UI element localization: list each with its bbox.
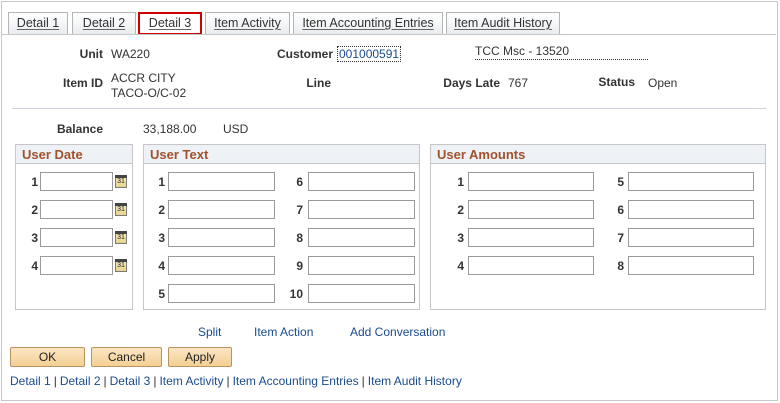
user-amount-7-input[interactable] — [628, 228, 754, 247]
customer-label: Customer — [276, 47, 333, 61]
item-id-line2: TACO-O/C-02 — [111, 86, 187, 100]
user-text-7-input[interactable] — [308, 200, 415, 219]
user-text-number: 2 — [158, 203, 165, 217]
user-amounts-group: User Amounts 1 2 3 4 5 6 7 8 — [430, 144, 766, 310]
calendar-icon[interactable]: 31 — [115, 175, 127, 188]
item-action-link[interactable]: Item Action — [254, 325, 313, 339]
cancel-button[interactable]: Cancel — [91, 347, 162, 367]
footer-separator: | — [226, 374, 230, 388]
user-text-8-input[interactable] — [308, 228, 415, 247]
apply-button[interactable]: Apply — [168, 347, 232, 367]
footer-separator: | — [361, 374, 365, 388]
user-text-4-input[interactable] — [168, 256, 275, 275]
customer-name: TCC Msc - 13520 — [475, 44, 648, 60]
footer-link-detail-3[interactable]: Detail 3 — [110, 374, 151, 388]
user-date-title: User Date — [16, 145, 132, 164]
user-date-number: 4 — [31, 259, 38, 273]
user-amount-number: 1 — [457, 175, 464, 189]
calendar-icon[interactable]: 31 — [115, 259, 127, 272]
user-amount-4-input[interactable] — [468, 256, 594, 275]
user-date-2-input[interactable] — [40, 200, 113, 219]
customer-link[interactable]: 001000591 — [337, 46, 402, 62]
split-link[interactable]: Split — [198, 325, 221, 339]
user-text-number: 8 — [296, 231, 303, 245]
user-text-group: User Text 1 2 3 4 5 6 7 8 9 10 — [143, 144, 420, 310]
unit-value: WA220 — [111, 47, 150, 61]
balance-label: Balance — [56, 122, 103, 136]
user-text-6-input[interactable] — [308, 172, 415, 191]
user-amount-number: 5 — [617, 175, 624, 189]
user-amount-3-input[interactable] — [468, 228, 594, 247]
user-text-3-input[interactable] — [168, 228, 275, 247]
user-amount-number: 2 — [457, 203, 464, 217]
user-amount-5-input[interactable] — [628, 172, 754, 191]
user-amount-number: 4 — [457, 259, 464, 273]
user-date-1-input[interactable] — [40, 172, 113, 191]
status-label: Status — [598, 75, 635, 89]
status-value: Open — [648, 76, 678, 90]
tab-detail-3[interactable]: Detail 3 — [138, 12, 202, 35]
ok-button[interactable]: OK — [10, 347, 85, 367]
user-text-number: 9 — [296, 259, 303, 273]
balance-value: 33,188.00 — [143, 122, 197, 136]
tab-item-activity[interactable]: Item Activity — [205, 12, 290, 35]
user-text-number: 5 — [158, 287, 165, 301]
tab-divider — [2, 34, 776, 35]
user-text-9-input[interactable] — [308, 256, 415, 275]
footer-link-detail-2[interactable]: Detail 2 — [60, 374, 101, 388]
user-date-number: 2 — [31, 203, 38, 217]
header-divider — [12, 108, 766, 109]
user-text-number: 4 — [158, 259, 165, 273]
user-date-group: User Date 1 31 2 31 3 31 4 31 — [15, 144, 133, 310]
user-date-3-input[interactable] — [40, 228, 113, 247]
user-text-1-input[interactable] — [168, 172, 275, 191]
user-text-number: 6 — [296, 175, 303, 189]
user-amount-number: 3 — [457, 231, 464, 245]
user-amount-1-input[interactable] — [468, 172, 594, 191]
days-late-value: 767 — [508, 76, 529, 90]
line-label: Line — [306, 76, 331, 90]
tab-detail-1[interactable]: Detail 1 — [8, 12, 68, 35]
user-text-number: 3 — [158, 231, 165, 245]
user-text-title: User Text — [144, 145, 419, 164]
tab-detail-2[interactable]: Detail 2 — [72, 12, 136, 35]
footer-link-item-accounting-entries[interactable]: Item Accounting Entries — [233, 374, 359, 388]
item-id-label: Item ID — [62, 76, 103, 90]
footer-nav: Detail 1 | Detail 2 | Detail 3 | Item Activity… — [10, 374, 462, 388]
unit-label: Unit — [79, 47, 103, 61]
currency-code: USD — [223, 122, 249, 136]
user-date-4-input[interactable] — [40, 256, 113, 275]
user-text-number: 1 — [158, 175, 165, 189]
item-id-line1: ACCR CITY — [111, 71, 176, 85]
footer-link-detail-1[interactable]: Detail 1 — [10, 374, 51, 388]
footer-link-item-activity[interactable]: Item Activity — [159, 374, 223, 388]
user-date-number: 1 — [31, 175, 38, 189]
user-text-number: 10 — [289, 287, 303, 301]
user-text-number: 7 — [296, 203, 303, 217]
calendar-icon[interactable]: 31 — [115, 231, 127, 244]
user-amount-number: 8 — [617, 259, 624, 273]
user-text-5-input[interactable] — [168, 284, 275, 303]
user-amount-2-input[interactable] — [468, 200, 594, 219]
user-amounts-title: User Amounts — [431, 145, 765, 164]
user-amount-8-input[interactable] — [628, 256, 754, 275]
footer-separator: | — [53, 374, 57, 388]
user-amount-6-input[interactable] — [628, 200, 754, 219]
add-conversation-link[interactable]: Add Conversation — [350, 325, 445, 339]
user-amount-number: 6 — [617, 203, 624, 217]
calendar-icon[interactable]: 31 — [115, 203, 127, 216]
days-late-label: Days Late — [443, 76, 500, 90]
footer-link-item-audit-history[interactable]: Item Audit History — [368, 374, 462, 388]
tab-item-audit-history[interactable]: Item Audit History — [446, 12, 560, 35]
footer-separator: | — [103, 374, 107, 388]
user-amount-number: 7 — [617, 231, 624, 245]
user-date-number: 3 — [31, 231, 38, 245]
user-text-2-input[interactable] — [168, 200, 275, 219]
tab-item-accounting-entries[interactable]: Item Accounting Entries — [293, 12, 443, 35]
user-text-10-input[interactable] — [308, 284, 415, 303]
